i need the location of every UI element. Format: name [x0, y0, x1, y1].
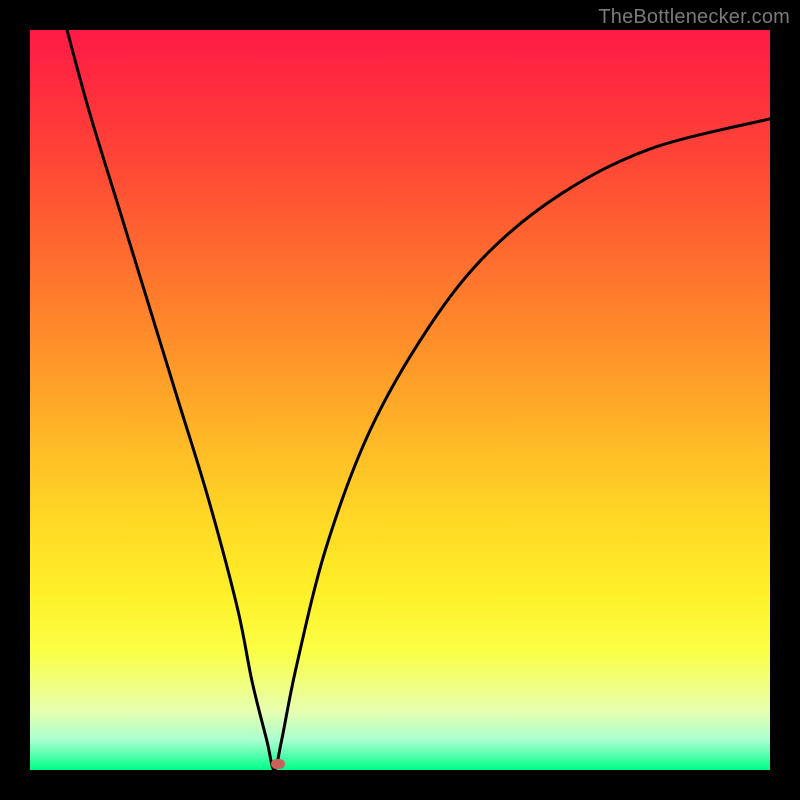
- chart-frame: TheBottlenecker.com: [0, 0, 800, 800]
- plot-area: [30, 30, 770, 770]
- curve-path: [67, 30, 770, 770]
- watermark-text: TheBottlenecker.com: [598, 6, 790, 29]
- bottleneck-curve: [30, 30, 770, 770]
- minimum-marker: [271, 759, 285, 769]
